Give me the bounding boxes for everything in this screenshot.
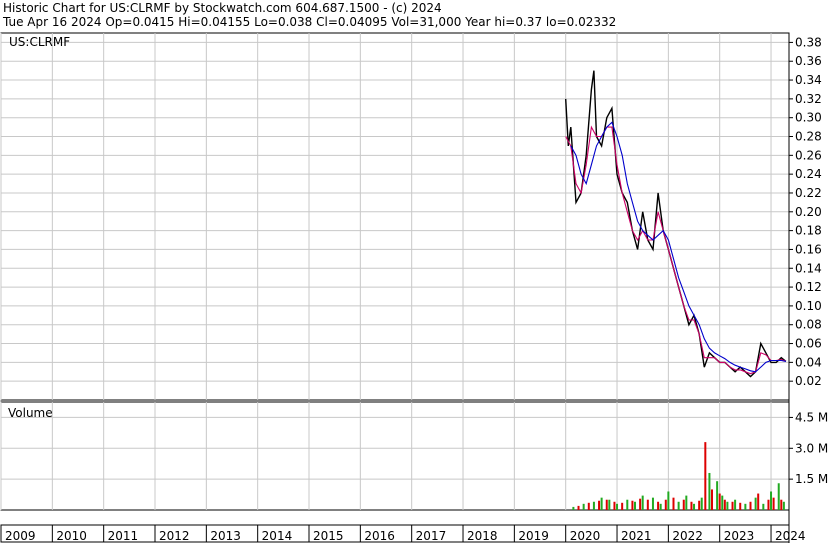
volume-bar (767, 499, 770, 510)
price-y-tick-label: 0.20 (795, 205, 822, 219)
x-axis-tick-label: 2017 (416, 529, 447, 543)
volume-bar (749, 501, 752, 510)
volume-bar (633, 501, 636, 510)
x-axis-tick-label: 2010 (56, 529, 87, 543)
price-y-tick-label: 0.36 (795, 54, 822, 68)
x-axis-tick-label: 2011 (108, 529, 139, 543)
volume-panel (0, 401, 790, 511)
volume-bar (641, 495, 644, 510)
volume-bar (777, 483, 780, 510)
volume-bar (677, 501, 680, 510)
volume-bar (600, 497, 603, 510)
volume-bar (757, 493, 760, 510)
volume-y-tick-label: 1.5 M (795, 472, 828, 486)
volume-bar (639, 498, 642, 510)
volume-bar (782, 501, 785, 510)
price-y-axis: 0.02 0.04 0.06 0.08 0.10 0.12 0.14 0.16 0.18 0.20… (789, 35, 822, 388)
volume-bar (621, 502, 624, 510)
volume-bar (598, 500, 601, 510)
volume-bar (616, 503, 619, 510)
price-y-tick-label: 0.08 (795, 318, 822, 332)
price-y-tick-label: 0.38 (795, 35, 822, 49)
price-y-tick-label: 0.22 (795, 186, 822, 200)
volume-bar (667, 491, 670, 510)
volume-bar (704, 442, 707, 510)
price-y-tick-label: 0.14 (795, 261, 822, 275)
volume-bar (744, 503, 747, 510)
price-y-tick-label: 0.26 (795, 148, 822, 162)
price-y-tick-label: 0.16 (795, 242, 822, 256)
price-panel-title: US:CLRMF (9, 35, 70, 49)
x-axis-tick-label: 2015 (313, 529, 344, 543)
volume-y-tick-label: 3.0 M (795, 441, 828, 455)
price-y-tick-label: 0.02 (795, 374, 822, 388)
price-y-tick-label: 0.32 (795, 92, 822, 106)
volume-bar (613, 501, 616, 510)
volume-bar (716, 481, 719, 510)
volume-bar (672, 497, 675, 510)
x-axis-tick-label: 2021 (621, 529, 652, 543)
x-axis-tick-label: 2013 (210, 529, 241, 543)
volume-bar (651, 497, 654, 510)
volume-bar (659, 503, 662, 510)
volume-bar (700, 497, 703, 510)
price-y-tick-label: 0.04 (795, 355, 822, 369)
volume-bar (664, 499, 667, 510)
volume-panel-title: Volume (8, 406, 53, 420)
volume-bar (721, 495, 724, 510)
volume-bar (762, 503, 765, 510)
volume-bar (646, 499, 649, 510)
price-y-tick-label: 0.18 (795, 224, 822, 238)
x-axis-tick-label: 2009 (5, 529, 36, 543)
x-axis-tick-label: 2024 (775, 529, 806, 543)
volume-bar (685, 495, 688, 510)
volume-bar (592, 501, 595, 510)
price-y-tick-label: 0.10 (795, 299, 822, 313)
price-y-tick-label: 0.06 (795, 337, 822, 351)
volume-bar (731, 501, 734, 510)
volume-bar (734, 499, 737, 510)
price-y-tick-label: 0.34 (795, 73, 822, 87)
price-y-tick-label: 0.24 (795, 167, 822, 181)
volume-bar (693, 503, 696, 510)
historic-chart: 0.02 0.04 0.06 0.08 0.10 0.12 0.14 0.16 0.18 0.20… (0, 32, 828, 543)
volume-bar (572, 506, 575, 510)
price-panel (0, 32, 790, 401)
volume-y-tick-label: 4.5 M (795, 410, 828, 424)
volume-bar (710, 489, 713, 510)
volume-bar (770, 491, 773, 510)
volume-bar (772, 497, 775, 510)
price-y-tick-label: 0.12 (795, 280, 822, 294)
volume-y-axis: 1.5 M 3.0 M 4.5 M (789, 410, 828, 486)
x-axis-tick-label: 2019 (518, 529, 549, 543)
volume-bar (739, 502, 742, 510)
x-axis-tick-label: 2023 (724, 529, 755, 543)
volume-bar (780, 499, 783, 510)
volume-bar (577, 505, 580, 510)
volume-bar (690, 501, 693, 510)
price-y-tick-label: 0.30 (795, 111, 822, 125)
volume-bar (723, 499, 726, 510)
volume-bar (682, 499, 685, 510)
volume-bar (608, 499, 611, 510)
volume-bar (631, 500, 634, 510)
x-axis-tick-label: 2022 (672, 529, 703, 543)
x-axis-tick-label: 2018 (467, 529, 498, 543)
volume-bar (587, 502, 590, 510)
volume-bar (726, 501, 729, 510)
volume-bar (718, 493, 721, 510)
price-y-tick-label: 0.28 (795, 130, 822, 144)
x-axis-tick-label: 2012 (159, 529, 190, 543)
volume-bar (657, 501, 660, 510)
volume-bar (754, 497, 757, 510)
x-axis-tick-label: 2014 (262, 529, 293, 543)
volume-bar (698, 500, 701, 510)
volume-bar (582, 503, 585, 510)
volume-bar (626, 499, 629, 510)
volume-bar (605, 499, 608, 510)
x-axis-tick-label: 2016 (364, 529, 395, 543)
x-axis-tick-label: 2020 (570, 529, 601, 543)
volume-bar (708, 472, 711, 510)
